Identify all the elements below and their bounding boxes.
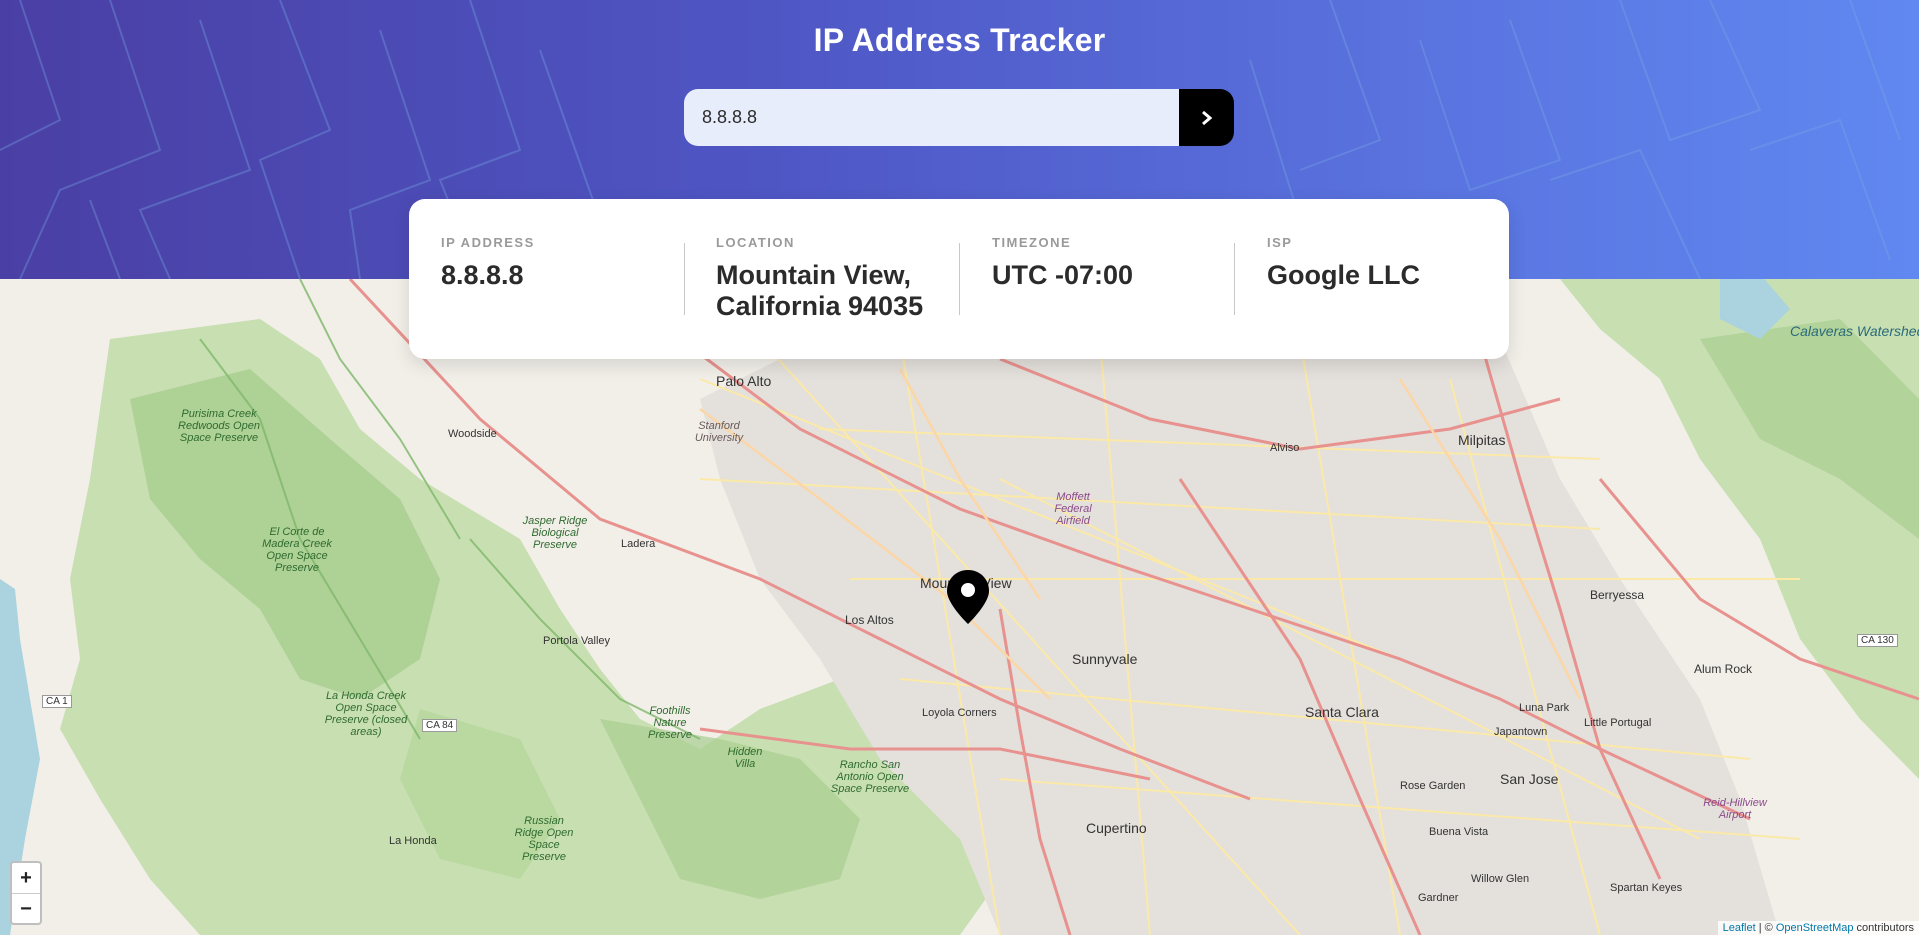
divider bbox=[1234, 243, 1235, 315]
ip-search-input[interactable] bbox=[684, 89, 1179, 146]
ip-address-value: 8.8.8.8 bbox=[441, 260, 524, 290]
map-label-hidden-villa: Hidden Villa bbox=[727, 746, 763, 770]
map-label-rose-garden: Rose Garden bbox=[1400, 780, 1466, 792]
zoom-in-button[interactable]: + bbox=[12, 863, 40, 894]
map-label-ladera: Ladera bbox=[621, 538, 656, 550]
map-label-buena-vista: Buena Vista bbox=[1429, 826, 1489, 838]
map-label-reid-hillview: Reid-Hillview Airport bbox=[1703, 797, 1767, 821]
map-label-santa-clara: Santa Clara bbox=[1305, 704, 1379, 720]
map-label-sunnyvale: Sunnyvale bbox=[1072, 651, 1138, 667]
map-label-alviso: Alviso bbox=[1270, 442, 1300, 454]
zoom-control: + − bbox=[10, 861, 42, 925]
map-view[interactable]: Palo Alto Mountain View Los Altos Sunnyv… bbox=[0, 279, 1919, 935]
ip-info-card: IP ADDRESS 8.8.8.8 LOCATION Mountain Vie… bbox=[409, 199, 1509, 359]
map-label-purisima: Purisima Creek Redwoods Open Space Prese… bbox=[178, 408, 260, 444]
ip-address-section: IP ADDRESS 8.8.8.8 bbox=[441, 235, 681, 291]
map-label-cupertino: Cupertino bbox=[1086, 820, 1147, 836]
leaflet-link[interactable]: Leaflet bbox=[1723, 922, 1756, 934]
map-label-woodside: Woodside bbox=[448, 428, 497, 440]
map-label-jasper: Jasper Ridge Biological Preserve bbox=[522, 515, 588, 551]
map-label-ca84: CA 84 bbox=[422, 719, 458, 732]
map-label-berryessa: Berryessa bbox=[1590, 588, 1645, 602]
map-label-ca130: CA 130 bbox=[1857, 634, 1898, 647]
map-label-russian-ridge: Russian Ridge Open Space Preserve bbox=[514, 815, 574, 863]
location-label: LOCATION bbox=[716, 235, 795, 250]
isp-label: ISP bbox=[1267, 235, 1293, 250]
location-value: Mountain View, California 94035 bbox=[716, 260, 924, 321]
location-marker-icon[interactable] bbox=[944, 568, 992, 626]
ip-search-form bbox=[684, 89, 1234, 146]
attribution-sep: | © bbox=[1755, 922, 1776, 934]
page-title: IP Address Tracker bbox=[813, 22, 1106, 58]
map-label-portola-valley: Portola Valley bbox=[543, 635, 611, 647]
map-label-willow-glen: Willow Glen bbox=[1471, 873, 1530, 885]
map-label-stanford: Stanford University bbox=[694, 420, 744, 444]
map-label-moffett: Moffett Federal Airfield bbox=[1054, 491, 1092, 527]
ip-address-label: IP ADDRESS bbox=[441, 235, 535, 250]
chevron-right-icon bbox=[1201, 110, 1212, 125]
map-label-la-honda-preserve: La Honda Creek Open Space Preserve (clos… bbox=[324, 690, 408, 738]
map-label-palo-alto: Palo Alto bbox=[716, 373, 772, 389]
map-label-el-corte: El Corte de Madera Creek Open Space Pres… bbox=[262, 526, 332, 574]
map-label-ca1: CA 1 bbox=[42, 695, 72, 708]
map-label-little-portugal: Little Portugal bbox=[1584, 717, 1652, 729]
map-label-luna-park: Luna Park bbox=[1519, 702, 1570, 714]
timezone-value: UTC -07:00 bbox=[992, 260, 1134, 290]
map-label-japantown: Japantown bbox=[1494, 726, 1548, 738]
map-label-foothills: Foothills Nature Preserve bbox=[647, 705, 693, 741]
osm-link[interactable]: OpenStreetMap bbox=[1776, 922, 1854, 934]
map-label-spartan-keyes: Spartan Keyes bbox=[1610, 882, 1683, 894]
map-label-milpitas: Milpitas bbox=[1458, 432, 1506, 448]
map-label-rancho-san-antonio: Rancho San Antonio Open Space Preserve bbox=[830, 759, 910, 795]
search-submit-button[interactable] bbox=[1179, 89, 1234, 146]
isp-value: Google LLC bbox=[1267, 260, 1420, 290]
divider bbox=[684, 243, 685, 315]
map-attribution: Leaflet | © OpenStreetMap contributors bbox=[1717, 921, 1919, 935]
map-label-la-honda: La Honda bbox=[389, 835, 437, 847]
timezone-label: TIMEZONE bbox=[992, 235, 1072, 250]
divider bbox=[959, 243, 960, 315]
zoom-out-button[interactable]: − bbox=[12, 894, 40, 924]
location-section: LOCATION Mountain View, California 94035 bbox=[716, 235, 956, 322]
map-label-loyola-corners: Loyola Corners bbox=[922, 707, 997, 719]
isp-section: ISP Google LLC bbox=[1267, 235, 1507, 291]
map-label-alum-rock: Alum Rock bbox=[1694, 662, 1753, 676]
timezone-section: TIMEZONE UTC -07:00 bbox=[992, 235, 1232, 291]
map-label-los-altos: Los Altos bbox=[845, 613, 894, 627]
map-label-san-jose: San Jose bbox=[1500, 771, 1559, 787]
attribution-suffix: contributors bbox=[1853, 922, 1914, 934]
map-label-calaveras: Calaveras Watershed bbox=[1790, 323, 1919, 339]
map-label-gardner: Gardner bbox=[1418, 892, 1459, 904]
